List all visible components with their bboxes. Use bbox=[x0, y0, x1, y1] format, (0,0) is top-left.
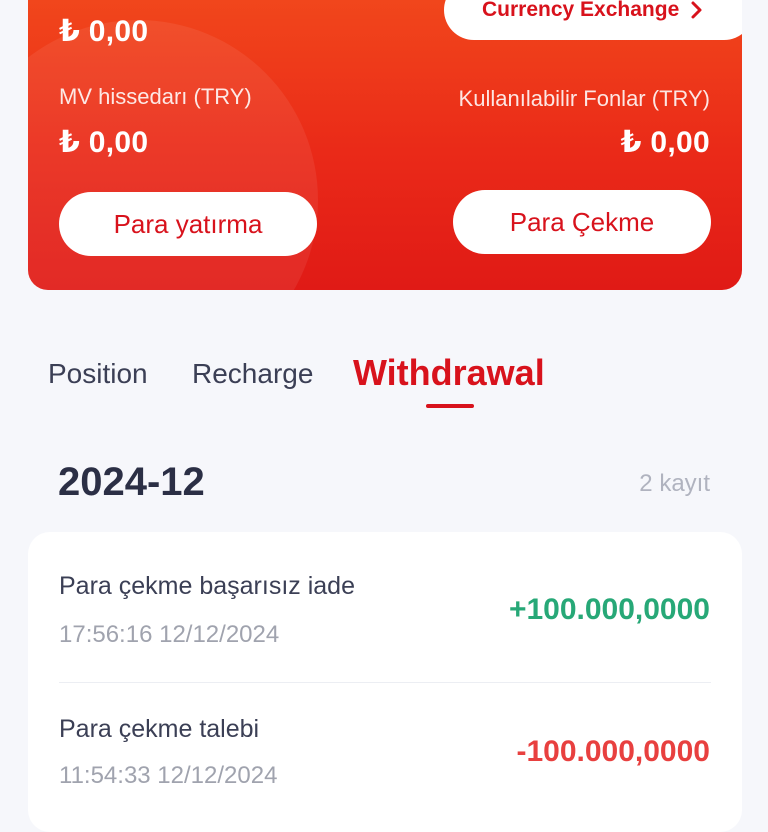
top-balance-amount: ₺ 0,00 bbox=[59, 15, 149, 48]
available-funds-label: Kullanılabilir Fonlar (TRY) bbox=[458, 86, 710, 111]
record-count: 2 kayıt bbox=[639, 470, 710, 497]
available-funds-amount: ₺ 0,00 bbox=[620, 126, 710, 159]
record-time: 11:54:33 12/12/2024 bbox=[59, 762, 278, 789]
active-tab-indicator bbox=[426, 404, 474, 408]
list-item[interactable]: Para çekme talebi 11:54:33 12/12/2024 -1… bbox=[28, 682, 742, 832]
tab-position[interactable]: Position bbox=[48, 358, 148, 390]
list-item[interactable]: Para çekme başarısız iade 17:56:16 12/12… bbox=[28, 532, 742, 682]
deposit-button[interactable]: Para yatırma bbox=[59, 192, 317, 256]
record-list: Para çekme başarısız iade 17:56:16 12/12… bbox=[28, 532, 742, 832]
balance-card: ₺ 0,00 Currency Exchange MV hissedarı (T… bbox=[28, 0, 742, 290]
record-amount: +100.000,0000 bbox=[508, 593, 710, 626]
withdraw-button[interactable]: Para Çekme bbox=[453, 190, 711, 254]
mv-shareholder-amount: ₺ 0,00 bbox=[59, 126, 149, 159]
mv-shareholder-label: MV hissedarı (TRY) bbox=[59, 84, 252, 109]
record-amount: -100.000,0000 bbox=[516, 735, 710, 768]
record-time: 17:56:16 12/12/2024 bbox=[59, 621, 280, 648]
record-title: Para çekme talebi bbox=[59, 715, 260, 743]
tab-withdrawal[interactable]: Withdrawal bbox=[353, 352, 545, 394]
tab-recharge[interactable]: Recharge bbox=[192, 358, 313, 390]
record-title: Para çekme başarısız iade bbox=[59, 572, 355, 600]
currency-exchange-button[interactable]: Currency Exchange bbox=[444, 0, 742, 40]
tab-bar: Position Recharge Withdrawal bbox=[0, 352, 768, 412]
month-header: 2024-12 bbox=[58, 460, 205, 504]
currency-exchange-label: Currency Exchange bbox=[482, 0, 680, 21]
chevron-right-icon bbox=[691, 1, 702, 19]
